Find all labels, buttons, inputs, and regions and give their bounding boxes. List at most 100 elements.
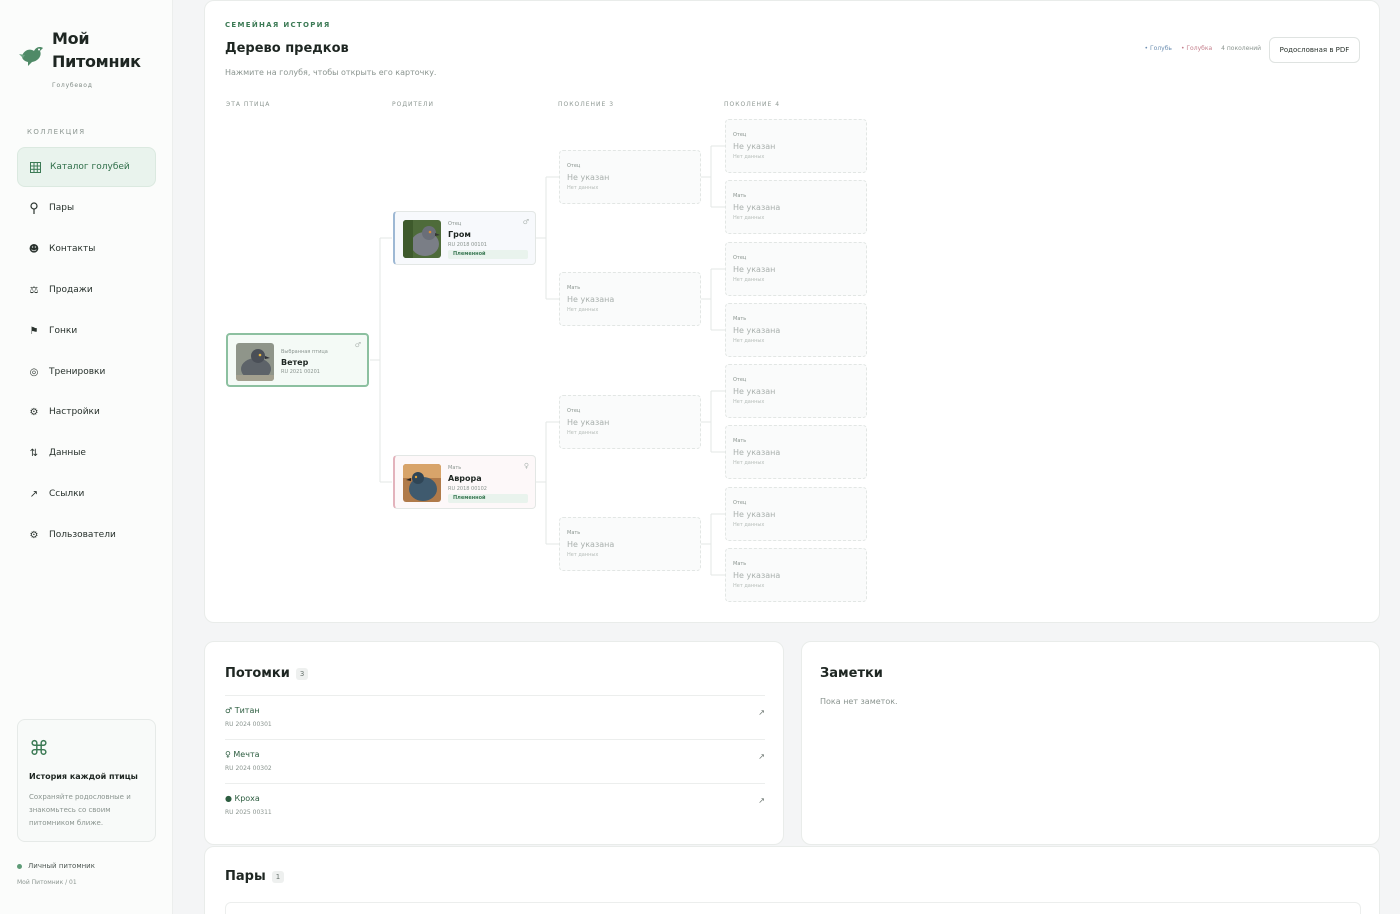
open-arrow-icon[interactable]: ↗ [758, 708, 765, 717]
sidebar-item-users[interactable]: ⚙ Пользователи [17, 515, 156, 555]
sidebar-item-pairs[interactable]: Пары [17, 188, 156, 228]
bird-role: Выбранная птица [281, 349, 328, 355]
offspring-title: Потомки 3 [225, 666, 309, 681]
contact-icon: ☻ [28, 243, 40, 255]
promo-text: Сохраняйте родословные и знакомьтесь со … [29, 793, 131, 827]
sidebar-item-catalog[interactable]: Каталог голубей [17, 147, 156, 187]
link-arrow-icon: ↗ [29, 488, 39, 500]
ancestor-no-data: Нет данных [733, 154, 765, 160]
ancestor-no-data: Нет данных [733, 338, 765, 344]
sidebar-item-races[interactable]: ⚑ Гонки [17, 311, 156, 351]
bird-card-mother[interactable]: Мать Аврора RU 2018 00102 Племенной ♀ [393, 455, 536, 509]
empty-ancestor-card[interactable]: Мать Не указана Нет данных [725, 425, 867, 479]
offspring-ring: RU 2024 00301 [225, 721, 272, 728]
grid-icon [28, 160, 42, 174]
pairs-count: 1 [271, 870, 285, 883]
male-sex-icon: ♂ [354, 341, 361, 349]
ancestor-name: Не указан [567, 173, 610, 182]
sidebar-item-sales[interactable]: ⚖ Продажи [17, 270, 156, 310]
notes-empty-text: Пока нет заметок. [820, 697, 898, 706]
offspring-row[interactable]: ♀ Мечта RU 2024 00302 ↗ [225, 739, 765, 783]
users-icon: ⚙ [29, 529, 39, 541]
sidebar-item-label: Каталог голубей [50, 162, 130, 172]
offspring-card: Потомки 3 ♂ Титан RU 2024 00301 ↗ ♀ Мечт… [204, 641, 784, 845]
ancestor-role: Мать [733, 193, 747, 199]
ancestor-name: Не указана [733, 571, 781, 580]
bird-card-father[interactable]: Отец Гром RU 2018 00101 Племенной ♂ [393, 211, 536, 265]
ancestor-role: Мать [567, 530, 581, 536]
ancestor-name: Не указана [733, 448, 781, 457]
offspring-ring: RU 2024 00302 [225, 765, 272, 772]
ancestor-no-data: Нет данных [733, 215, 765, 221]
ancestor-role: Отец [733, 377, 747, 383]
bird-name: Гром [448, 230, 471, 239]
ancestor-no-data: Нет данных [733, 277, 765, 283]
pairs-card: Пары 1 [204, 846, 1380, 914]
offspring-name[interactable]: ● Кроха [225, 794, 260, 803]
ancestor-name: Не указан [733, 510, 776, 519]
bird-photo [236, 343, 274, 381]
offspring-name[interactable]: ♂ Титан [225, 706, 260, 715]
pair-row[interactable] [225, 902, 1361, 914]
bird-role: Отец [448, 221, 462, 227]
pigeon-logo-icon [19, 47, 43, 66]
ancestor-role: Отец [733, 132, 747, 138]
pairs-title-text: Пары [225, 869, 266, 884]
sidebar-item-contacts[interactable]: ☻ Контакты [17, 229, 156, 269]
command-icon: ⌘ [29, 736, 49, 760]
empty-ancestor-card[interactable]: Отец Не указан Нет данных [725, 487, 867, 541]
ancestor-role: Отец [733, 500, 747, 506]
sidebar-item-label: Пары [49, 203, 75, 213]
target-icon: ◎ [29, 366, 39, 378]
bird-card-self[interactable]: Выбранная птица Ветер RU 2021 00201 ♂ [226, 333, 369, 387]
empty-ancestor-card[interactable]: Мать Не указана Нет данных [725, 303, 867, 357]
offspring-title-text: Потомки [225, 666, 290, 681]
sidebar-item-label: Гонки [49, 326, 78, 336]
ancestor-role: Мать [733, 561, 747, 567]
ancestor-no-data: Нет данных [567, 430, 599, 436]
settings-icon: ⚙ [29, 406, 39, 418]
offspring-row[interactable]: ● Кроха RU 2025 00311 ↗ [225, 783, 765, 827]
ancestor-name: Не указан [733, 387, 776, 396]
male-sex-icon: ♂ [522, 218, 529, 226]
empty-ancestor-card[interactable]: Отец Не указан Нет данных [725, 364, 867, 418]
notes-card: Заметки Пока нет заметок. [801, 641, 1380, 845]
sidebar-item-label: Продажи [49, 285, 93, 295]
brand-title: Мой Питомник [52, 29, 141, 71]
flag-icon: ⚑ [29, 325, 39, 337]
ancestor-no-data: Нет данных [733, 522, 765, 528]
sidebar-item-data[interactable]: ⇅ Данные [17, 433, 156, 473]
bird-name: Ветер [281, 358, 309, 367]
sidebar-item-label: Настройки [49, 407, 100, 417]
pedigree-card: СЕМЕЙНАЯ ИСТОРИЯ Дерево предков Нажмите … [204, 0, 1380, 623]
offspring-ring: RU 2025 00311 [225, 809, 272, 816]
breeding-badge: Племенной [448, 250, 528, 259]
empty-ancestor-card[interactable]: Отец Не указан Нет данных [559, 395, 701, 449]
sidebar-item-links[interactable]: ↗ Ссылки [17, 474, 156, 514]
empty-ancestor-card[interactable]: Отец Не указан Нет данных [725, 242, 867, 296]
promo-title: История каждой птицы [29, 772, 138, 781]
promo-card: ⌘ История каждой птицы Сохраняйте родосл… [17, 719, 156, 842]
sidebar-item-settings[interactable]: ⚙ Настройки [17, 392, 156, 432]
empty-ancestor-card[interactable]: Мать Не указана Нет данных [725, 548, 867, 602]
offspring-row[interactable]: ♂ Титан RU 2024 00301 ↗ [225, 695, 765, 739]
offspring-name[interactable]: ♀ Мечта [225, 750, 260, 759]
ancestor-role: Мать [733, 316, 747, 322]
open-arrow-icon[interactable]: ↗ [758, 796, 765, 805]
scales-icon: ⚖ [29, 284, 39, 296]
footer-workspace: Личный питомник [28, 862, 95, 870]
ancestor-name: Не указана [567, 540, 615, 549]
sidebar-item-label: Контакты [49, 244, 96, 254]
footer-breadcrumb: Мой Питомник / 01 [17, 879, 77, 886]
empty-ancestor-card[interactable]: Отец Не указан Нет данных [725, 119, 867, 173]
empty-ancestor-card[interactable]: Мать Не указана Нет данных [559, 272, 701, 326]
female-sex-icon: ♀ [523, 462, 529, 470]
empty-ancestor-card[interactable]: Мать Не указана Нет данных [559, 517, 701, 571]
sidebar-item-trainings[interactable]: ◎ Тренировки [17, 352, 156, 392]
open-arrow-icon[interactable]: ↗ [758, 752, 765, 761]
ancestor-role: Мать [733, 438, 747, 444]
empty-ancestor-card[interactable]: Отец Не указан Нет данных [559, 150, 701, 204]
offspring-count: 3 [295, 667, 309, 680]
empty-ancestor-card[interactable]: Мать Не указана Нет данных [725, 180, 867, 234]
notes-title: Заметки [820, 666, 883, 681]
